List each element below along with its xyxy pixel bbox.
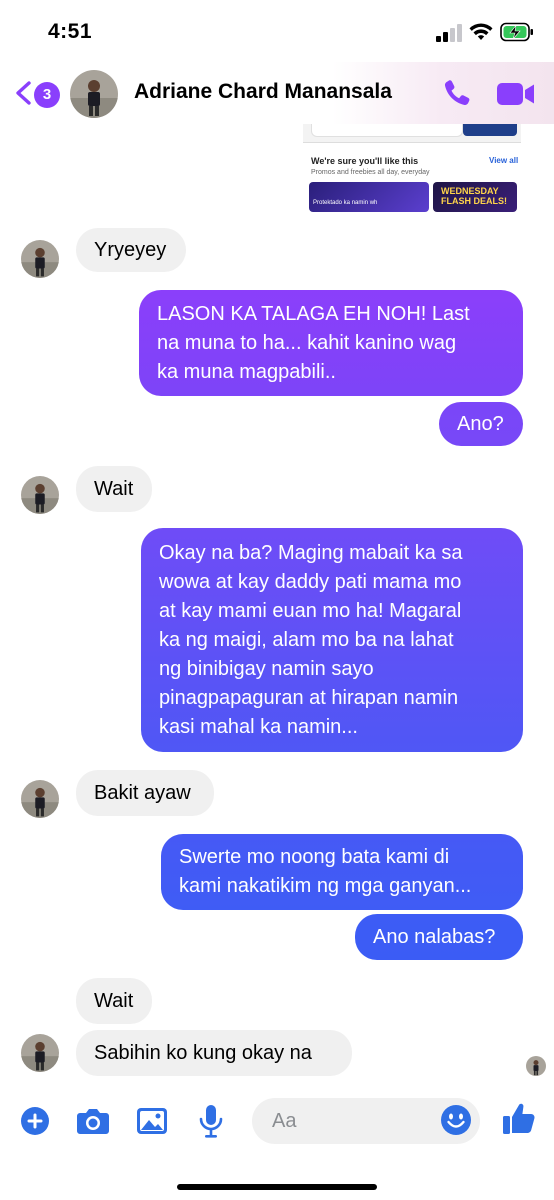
flash-deals-line-2: FLASH DEALS! xyxy=(441,196,507,206)
message-text-line: kasi mahal ka namin... xyxy=(159,716,358,738)
message-text-line: Swerte mo noong bata kami di xyxy=(179,846,450,868)
message-text-line: ng binibigay namin sayo xyxy=(159,658,374,680)
message-text: Bakit ayaw xyxy=(94,782,191,804)
conversation-header: 3 Adriane Chard Manansala xyxy=(0,62,554,124)
message-text-line: Ano? xyxy=(457,413,504,435)
flash-deals-line-1: WEDNESDAY xyxy=(441,186,499,196)
unread-count-badge[interactable]: 3 xyxy=(34,82,60,108)
thumbs-up-icon[interactable] xyxy=(502,1102,536,1136)
emoji-icon[interactable] xyxy=(440,1104,472,1136)
message-text-line: wowa at kay daddy pati mama mo xyxy=(159,571,462,593)
message-sender-avatar[interactable] xyxy=(21,476,59,514)
message-text-line: ka ng maigi, alam mo ba na lahat xyxy=(159,629,454,651)
back-chevron-icon[interactable] xyxy=(14,80,32,106)
message-text-line: ka muna magpabili.. xyxy=(157,361,336,383)
seen-receipt-avatar xyxy=(526,1056,546,1076)
incoming-message-bubble[interactable]: Wait xyxy=(76,466,152,512)
wifi-icon xyxy=(469,23,493,40)
message-text: Yryeyey xyxy=(94,239,167,261)
outgoing-message-bubble[interactable]: LASON KA TALAGA EH NOH! Last na muna to h… xyxy=(139,290,523,396)
home-indicator xyxy=(177,1184,377,1190)
message-text: Wait xyxy=(94,478,134,500)
phone-call-icon[interactable] xyxy=(442,78,472,108)
incoming-message-bubble[interactable]: Wait xyxy=(76,978,152,1024)
message-text-line: at kay mami euan mo ha! Magaral xyxy=(159,600,462,622)
shared-image-top-strip xyxy=(303,124,521,143)
status-bar: 4:51 xyxy=(0,0,554,62)
video-call-icon[interactable] xyxy=(497,82,535,106)
contact-name[interactable]: Adriane Chard Manansala xyxy=(134,80,392,104)
flash-deals-banner: WEDNESDAY FLASH DEALS! xyxy=(433,182,517,212)
promo-banner: Protektado ka namin wh xyxy=(309,182,429,212)
plus-icon[interactable] xyxy=(20,1106,50,1136)
camera-icon[interactable] xyxy=(76,1106,110,1136)
message-sender-avatar[interactable] xyxy=(21,240,59,278)
message-text: Sabihin ko kung okay na xyxy=(94,1042,312,1064)
cellular-signal-icon xyxy=(436,24,462,42)
gallery-icon[interactable] xyxy=(136,1106,168,1136)
message-composer xyxy=(0,1090,554,1150)
message-text-line: na muna to ha... kahit kanino wag xyxy=(157,332,457,354)
message-text-line: Ano nalabas? xyxy=(373,926,496,948)
message-text-line: LASON KA TALAGA EH NOH! Last xyxy=(157,303,470,325)
outgoing-message-bubble[interactable]: Swerte mo noong bata kami di kami nakatik… xyxy=(161,834,523,910)
message-text-line: kami nakatikim ng mga ganyan... xyxy=(179,875,472,897)
message-sender-avatar[interactable] xyxy=(21,780,59,818)
outgoing-message-bubble[interactable]: Ano nalabas? xyxy=(355,914,523,960)
shared-image-card-blue xyxy=(463,124,517,136)
incoming-message-bubble[interactable]: Yryeyey xyxy=(76,228,186,272)
promo-heading: We're sure you'll like this xyxy=(311,156,419,166)
shared-image-preview[interactable]: We're sure you'll like this Promos and f… xyxy=(303,124,521,212)
outgoing-message-bubble[interactable]: Ano? xyxy=(439,402,523,446)
promo-view-all: View all xyxy=(489,156,519,165)
contact-avatar[interactable] xyxy=(70,70,118,118)
message-sender-avatar[interactable] xyxy=(21,1034,59,1072)
incoming-message-bubble[interactable]: Bakit ayaw xyxy=(76,770,214,816)
promo-banner-text: Protektado ka namin wh xyxy=(313,200,378,206)
battery-charging-icon xyxy=(500,22,533,42)
message-text: Wait xyxy=(94,990,134,1012)
message-text-line: Okay na ba? Maging mabait ka sa xyxy=(159,542,463,564)
status-time: 4:51 xyxy=(48,20,93,43)
incoming-message-bubble[interactable]: Sabihin ko kung okay na xyxy=(76,1030,352,1076)
microphone-icon[interactable] xyxy=(198,1104,224,1138)
message-text-line: pinagpapaguran at hirapan namin xyxy=(159,687,459,709)
outgoing-message-bubble[interactable]: Okay na ba? Maging mabait ka sa wowa at k… xyxy=(141,528,523,752)
shared-image-card xyxy=(311,124,463,137)
promo-subheading: Promos and freebies all day, everyday xyxy=(311,169,430,176)
